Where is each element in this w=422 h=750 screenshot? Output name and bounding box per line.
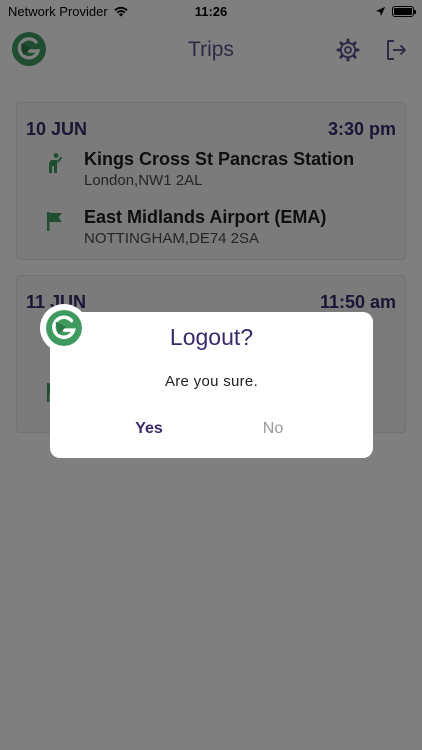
logout-dialog: Logout? Are you sure. Yes No: [40, 304, 373, 458]
dialog-title: Logout?: [169, 324, 254, 350]
no-button[interactable]: No: [218, 415, 328, 443]
dialog-message: Are you sure.: [164, 373, 259, 390]
yes-button[interactable]: Yes: [94, 415, 204, 443]
